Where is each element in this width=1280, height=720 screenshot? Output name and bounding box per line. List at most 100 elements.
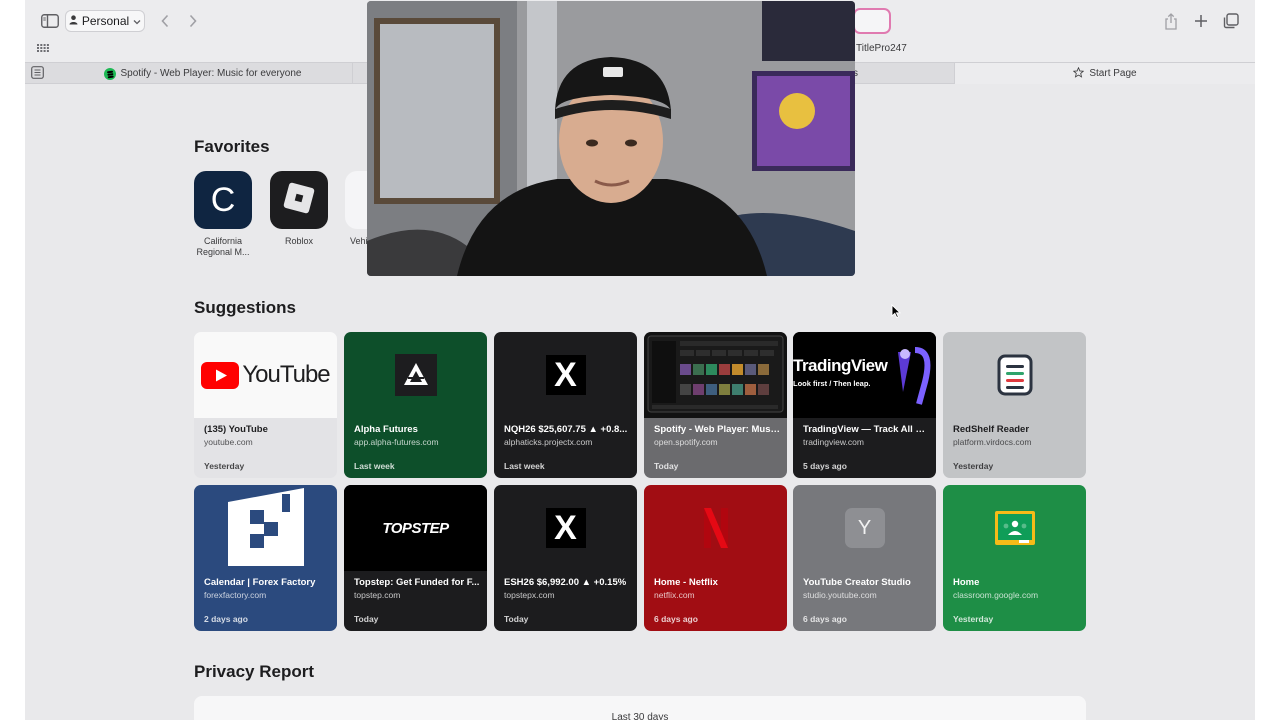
card-title: RedShelf Reader	[953, 424, 1030, 435]
favorite-roblox[interactable]	[270, 171, 328, 229]
mouse-cursor-icon	[891, 303, 902, 323]
suggestion-card-forex-factory[interactable]: Calendar | Forex Factory forexfactory.co…	[194, 485, 337, 631]
card-title: Spotify - Web Player: Musi...	[654, 424, 780, 435]
roblox-icon	[281, 180, 317, 221]
grid-icon[interactable]	[35, 40, 51, 56]
tab-overview-icon[interactable]	[1221, 11, 1241, 31]
card-thumbnail	[644, 485, 787, 571]
netflix-logo-icon	[703, 508, 728, 548]
star-icon	[1073, 66, 1085, 81]
favorites-title: Favorites	[194, 137, 270, 156]
tab-start-page[interactable]: Start Page	[955, 63, 1255, 84]
profile-button[interactable]: Personal	[65, 10, 145, 32]
new-tab-icon[interactable]	[1191, 11, 1211, 31]
person-icon	[69, 14, 78, 28]
card-domain: forexfactory.com	[204, 590, 267, 600]
card-title: Home - Netflix	[654, 577, 718, 588]
spotify-screenshot-icon	[647, 335, 784, 413]
card-title: Calendar | Forex Factory	[204, 577, 316, 588]
suggestion-card-alpha-futures[interactable]: Alpha Futures app.alpha-futures.com Last…	[344, 332, 487, 478]
chevron-down-icon	[133, 14, 141, 28]
suggestion-card-youtube-studio[interactable]: Y YouTube Creator Studio studio.youtube.…	[793, 485, 936, 631]
card-time: 6 days ago	[654, 614, 698, 624]
sidebar-toggle-icon[interactable]	[39, 12, 61, 30]
redshelf-reader-icon	[997, 354, 1032, 396]
card-time: Last week	[354, 461, 395, 471]
favorite-california-regional[interactable]: C	[194, 171, 252, 229]
tab-label: Start Page	[1089, 68, 1137, 79]
card-time: 2 days ago	[204, 614, 248, 624]
card-thumbnail: X	[494, 332, 637, 418]
card-domain: netflix.com	[654, 590, 695, 600]
youtube-play-icon	[201, 361, 240, 389]
webcam-person-image	[367, 1, 855, 276]
tab-list-icon[interactable]	[31, 66, 45, 80]
privacy-report-title: Privacy Report	[194, 662, 314, 681]
suggestion-card-netflix[interactable]: Home - Netflix netflix.com 6 days ago	[644, 485, 787, 631]
tradingview-wordmark: TradingView	[793, 356, 888, 375]
suggestion-card-google-classroom[interactable]: Home classroom.google.com Yesterday	[943, 485, 1086, 631]
tradingview-tagline: Look first / Then leap.	[793, 379, 871, 388]
suggestion-card-youtube[interactable]: YouTube (135) YouTube youtube.com Yester…	[194, 332, 337, 478]
projectx-logo-icon: X	[545, 355, 586, 395]
card-time: Yesterday	[953, 614, 994, 624]
card-title: (135) YouTube	[204, 424, 268, 435]
tab-spotify[interactable]: Spotify - Web Player: Music for everyone	[53, 63, 353, 84]
suggestion-card-redshelf[interactable]: RedShelf Reader platform.virdocs.com Yes…	[943, 332, 1086, 478]
share-icon[interactable]	[1161, 11, 1181, 31]
privacy-report-card[interactable]: Last 30 days	[194, 696, 1086, 720]
card-domain: topstepx.com	[504, 590, 555, 600]
google-classroom-icon	[994, 511, 1035, 545]
letter-y-icon: Y	[844, 508, 885, 548]
back-icon[interactable]	[155, 11, 175, 31]
card-domain: alphaticks.projectx.com	[504, 437, 593, 447]
favorites-bar-item[interactable]: TitlePro247	[856, 43, 907, 54]
projectx-logo-icon: X	[545, 508, 586, 548]
suggestion-card-nq-futures[interactable]: X NQH26 $25,607.75 ▲ +0.8... alphaticks.…	[494, 332, 637, 478]
card-domain: open.spotify.com	[654, 437, 718, 447]
favorite-name: California Regional M...	[196, 236, 250, 257]
youtube-wordmark: YouTube	[242, 361, 330, 388]
favorite-letter: C	[210, 180, 236, 219]
card-title: ESH26 $6,992.00 ▲ +0.15%	[504, 577, 627, 588]
forex-factory-logo-icon	[227, 488, 304, 566]
card-thumbnail	[344, 332, 487, 418]
card-time: Last week	[504, 461, 545, 471]
webcam-overlay	[367, 1, 855, 276]
suggestion-card-spotify[interactable]: Spotify - Web Player: Musi... open.spoti…	[644, 332, 787, 478]
card-title: YouTube Creator Studio	[803, 577, 911, 588]
card-domain: platform.virdocs.com	[953, 437, 1032, 447]
card-thumbnail	[194, 485, 337, 571]
card-title: Alpha Futures	[354, 424, 418, 435]
card-domain: tradingview.com	[803, 437, 864, 447]
card-title: Topstep: Get Funded for F...	[354, 577, 480, 588]
card-time: Today	[504, 614, 529, 624]
suggestions-title: Suggestions	[194, 298, 297, 317]
card-domain: classroom.google.com	[953, 590, 1039, 600]
card-time: Yesterday	[953, 461, 994, 471]
suggestion-card-topstep[interactable]: TOPSTEP Topstep: Get Funded for F... top…	[344, 485, 487, 631]
card-domain: studio.youtube.com	[803, 590, 877, 600]
card-thumbnail: Y	[793, 485, 936, 571]
card-thumbnail	[943, 485, 1086, 571]
card-title: NQH26 $25,607.75 ▲ +0.8...	[504, 424, 628, 435]
suggestion-card-tradingview[interactable]: TradingView Look first / Then leap. Trad…	[793, 332, 936, 478]
alpha-futures-logo-icon	[394, 354, 437, 396]
card-time: Yesterday	[204, 461, 245, 471]
card-thumbnail	[644, 332, 787, 418]
card-time: 6 days ago	[803, 614, 847, 624]
card-title: Home	[953, 577, 980, 588]
card-title: TradingView — Track All M...	[803, 424, 929, 435]
suggestion-card-es-futures[interactable]: X ESH26 $6,992.00 ▲ +0.15% topstepx.com …	[494, 485, 637, 631]
forward-icon[interactable]	[183, 11, 203, 31]
spotify-icon	[103, 67, 116, 80]
privacy-period: Last 30 days	[611, 712, 669, 720]
address-bar[interactable]	[853, 8, 891, 34]
card-time: Today	[354, 614, 379, 624]
favorite-name: Roblox	[284, 236, 313, 246]
card-thumbnail: TradingView Look first / Then leap.	[793, 332, 936, 418]
card-time: Today	[654, 461, 679, 471]
card-thumbnail: TOPSTEP	[344, 485, 487, 571]
card-domain: topstep.com	[354, 590, 401, 600]
tab-label: Spotify - Web Player: Music for everyone	[120, 68, 302, 79]
